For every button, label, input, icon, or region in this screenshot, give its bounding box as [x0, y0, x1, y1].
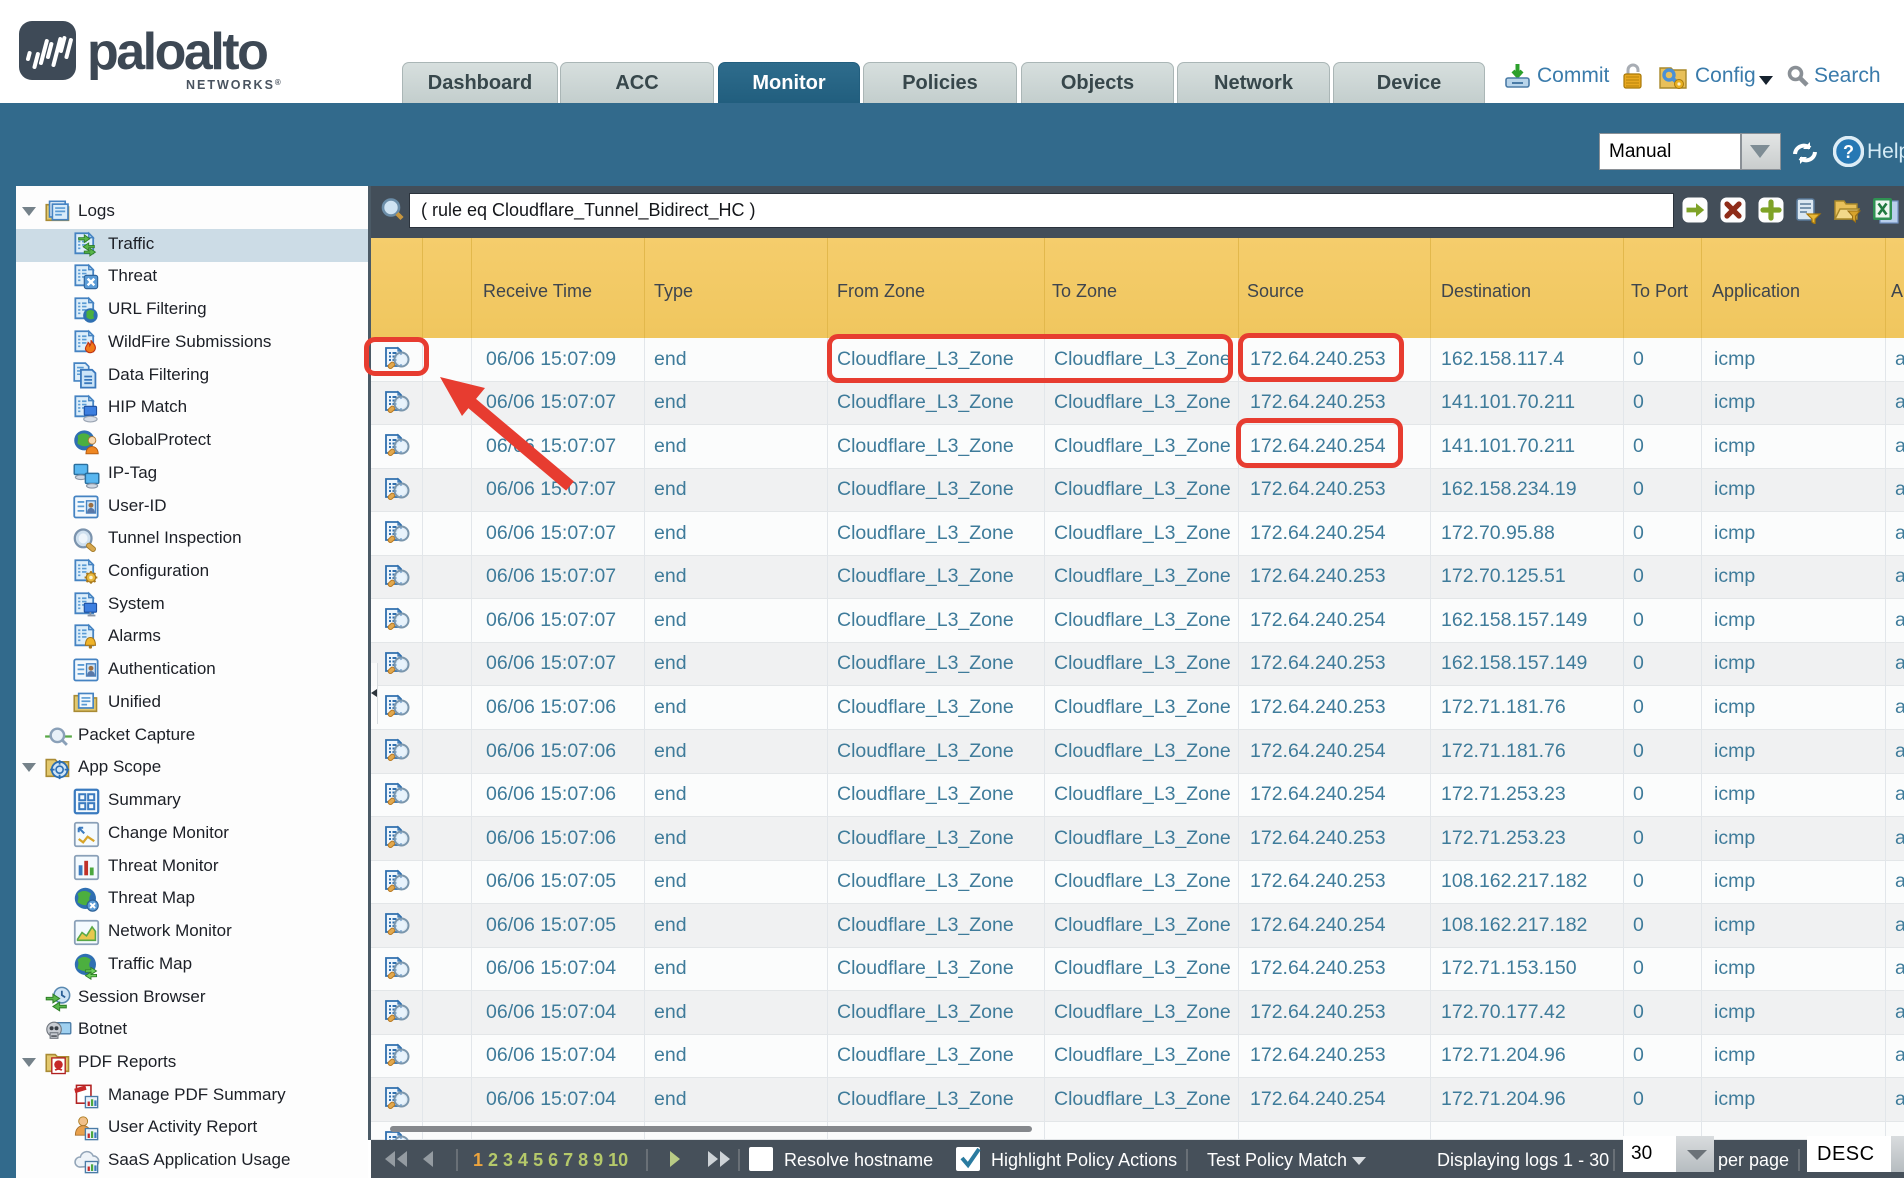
svg-text:?: ? [1843, 142, 1854, 162]
